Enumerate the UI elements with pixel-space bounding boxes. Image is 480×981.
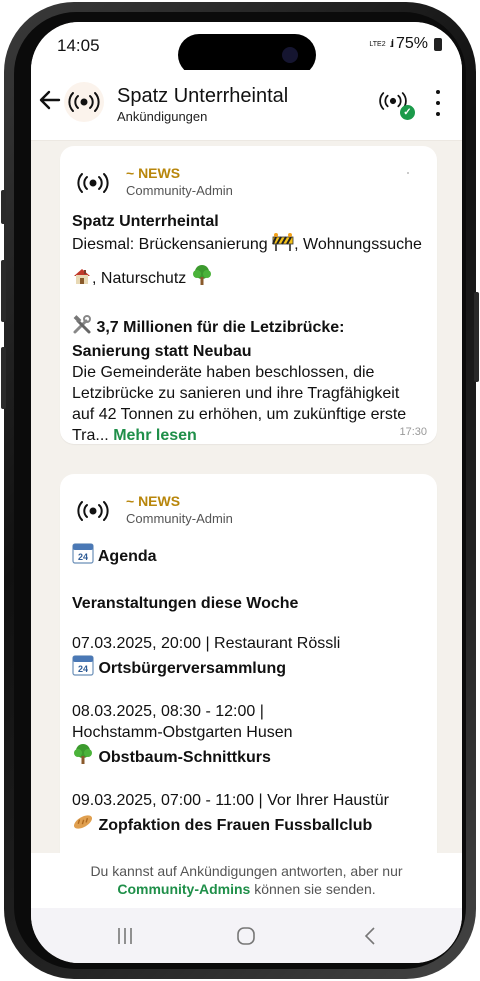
event-name-text: Ortsbürgerversammlung (98, 660, 287, 677)
network-label: LTE2 (369, 40, 386, 48)
event-name-text: Obstbaum-Schnittkurs (98, 749, 271, 766)
article-title-text: 3,7 Millionen für die Letzibrücke: Sanie… (72, 319, 345, 360)
message-list[interactable]: ~ NEWS Community-Admin Spatz Unterrheint… (31, 141, 462, 853)
message-card[interactable]: ~ NEWS Community-Admin Spatz Unterrheint… (60, 146, 437, 444)
event-when: 08.03.2025, 08:30 - 12:00 | (72, 703, 264, 720)
message-card[interactable]: ~ NEWS Community-Admin 24 Agenda Veranst… (60, 474, 437, 853)
author-label: Community-Admin (126, 183, 233, 198)
message-text: Diesmal: Brückensanierung (72, 236, 268, 253)
agenda-heading-text: Agenda (97, 548, 157, 565)
message-timestamp: 17:30 (399, 426, 427, 438)
agenda-subheading: Veranstaltungen diese Woche (72, 595, 299, 612)
camera-icon (282, 47, 298, 63)
event-item[interactable]: 09.03.2025, 07:00 - 11:00 | Vor Ihrer Ha… (72, 790, 425, 839)
announcement-notice: Du kannst auf Ankündigungen antworten, a… (31, 853, 462, 908)
article-text: Die Gemeinderäte haben beschlossen, die … (72, 362, 425, 446)
event-item[interactable]: 08.03.2025, 08:30 - 12:00 | Hochstamm-Ob… (72, 701, 425, 771)
chat-header: Spatz Unterrheintal Ankündigungen ✓ (31, 70, 462, 141)
system-nav-bar (31, 908, 462, 963)
broadcast-icon (77, 501, 109, 521)
message-body: Spatz Unterrheintal Diesmal: Brückensani… (72, 211, 425, 446)
hammer-wrench-icon (72, 315, 92, 341)
status-time: 14:05 (57, 36, 100, 55)
phone-frame: 14:05 LTE2 .ıl 75% Spatz Unterrheintal A… (1, 2, 479, 979)
message-heading: Spatz Unterrheintal (72, 213, 219, 230)
author-label: Community-Admin (126, 511, 233, 526)
message-body: 24 Agenda Veranstaltungen diese Woche 07… (72, 542, 425, 839)
signal-icon: .ıl (389, 38, 393, 50)
community-admins-link[interactable]: Community-Admins (117, 881, 250, 897)
event-item[interactable]: 07.03.2025, 20:00 | Restaurant Rössli 24… (72, 633, 425, 682)
event-name-text: Zopfaktion des Frauen Fussballclub (98, 817, 373, 834)
back-nav-icon[interactable] (361, 926, 381, 952)
battery-icon (434, 37, 442, 51)
back-arrow-icon[interactable] (39, 84, 61, 114)
agenda-heading: 24 Agenda (72, 542, 425, 570)
calendar-icon: 24 (72, 654, 94, 682)
notice-text: Du kannst auf Ankündigungen antworten, a… (90, 863, 403, 879)
status-bar: 14:05 LTE2 .ıl 75% (31, 22, 462, 76)
volume-up-button (1, 260, 6, 322)
read-more-link[interactable]: Mehr lesen (113, 427, 197, 444)
tree-icon (72, 743, 94, 771)
check-icon: ✓ (400, 105, 415, 120)
status-indicators: LTE2 .ıl 75% (369, 35, 442, 53)
channel-avatar[interactable] (64, 82, 104, 122)
construction-barrier-icon (272, 232, 294, 258)
channel-label: ~ NEWS (126, 493, 181, 509)
more-options-icon[interactable] (433, 90, 443, 116)
battery-text: 75% (395, 35, 428, 52)
message-text: , Naturschutz (92, 270, 187, 287)
channel-subtitle: Ankündigungen (117, 109, 208, 124)
channel-label: ~ NEWS (126, 165, 181, 181)
article-title: 3,7 Millionen für die Letzibrücke: Sanie… (72, 315, 425, 362)
home-icon[interactable] (236, 926, 256, 952)
volume-down-button (1, 347, 6, 409)
house-icon (72, 266, 92, 292)
channel-title[interactable]: Spatz Unterrheintal (117, 85, 288, 108)
event-when: 09.03.2025, 07:00 - 11:00 | Vor Ihrer Ha… (72, 792, 389, 809)
event-name: Obstbaum-Schnittkurs (72, 743, 425, 771)
svg-text:24: 24 (78, 664, 88, 674)
message-text: , Wohnungssuche (294, 236, 422, 253)
notice-text-end: können sie senden. (250, 881, 376, 897)
svg-text:24: 24 (78, 552, 88, 562)
event-location: Hochstamm-Obstgarten Husen (72, 724, 293, 741)
notice-line-2: Community-Admins können sie senden. (31, 880, 462, 898)
recent-apps-icon[interactable] (115, 926, 135, 952)
unread-dot (407, 172, 409, 174)
event-name: 24 Ortsbürgerversammlung (72, 654, 425, 682)
power-button (474, 292, 479, 382)
bread-icon (72, 811, 94, 839)
calendar-icon: 24 (72, 542, 94, 570)
event-when: 07.03.2025, 20:00 | Restaurant Rössli (72, 635, 341, 652)
screen: 14:05 LTE2 .ıl 75% Spatz Unterrheintal A… (31, 22, 462, 963)
message-line: Diesmal: Brückensanierung , Wohnungssuch… (72, 232, 425, 258)
message-line: , Naturschutz (72, 264, 425, 292)
event-name: Zopfaktion des Frauen Fussballclub (72, 811, 425, 839)
broadcast-icon (77, 173, 109, 193)
tree-icon (191, 264, 213, 292)
community-status-button[interactable]: ✓ (378, 86, 415, 120)
side-button (1, 190, 6, 224)
broadcast-icon (68, 92, 100, 112)
